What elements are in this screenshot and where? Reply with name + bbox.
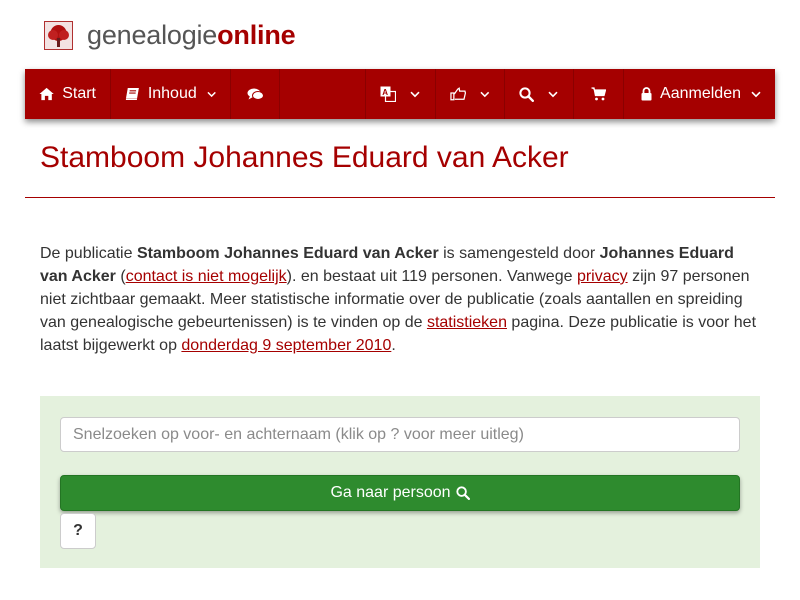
brand-name: genealogieonline bbox=[87, 19, 296, 50]
nav-chat[interactable] bbox=[231, 69, 280, 119]
nav-inhoud-label: Inhoud bbox=[147, 85, 197, 102]
nav-login-label: Aanmelden bbox=[660, 85, 741, 102]
quick-search-input[interactable] bbox=[60, 417, 740, 452]
title-divider bbox=[25, 197, 775, 198]
nav-search[interactable] bbox=[505, 69, 575, 119]
chevron-down-icon bbox=[548, 91, 558, 97]
nav-language[interactable]: A bbox=[366, 69, 437, 119]
site-logo[interactable]: genealogieonline bbox=[44, 18, 296, 52]
nav-cart[interactable] bbox=[574, 69, 625, 119]
page-title: Stamboom Johannes Eduard van Acker bbox=[40, 141, 569, 174]
contact-link[interactable]: contact is niet mogelijk bbox=[126, 268, 287, 285]
privacy-link[interactable]: privacy bbox=[577, 268, 628, 285]
statistics-link[interactable]: statistieken bbox=[427, 314, 507, 331]
svg-text:A: A bbox=[382, 88, 388, 97]
nav-inhoud[interactable]: Inhoud bbox=[111, 69, 231, 119]
publication-name: Stamboom Johannes Eduard van Acker bbox=[136, 245, 439, 262]
chevron-down-icon bbox=[207, 91, 216, 97]
brand-name-part1: genealogie bbox=[87, 19, 218, 50]
lock-icon bbox=[641, 87, 652, 101]
nav-start-label: Start bbox=[62, 85, 96, 102]
quick-search-panel: Ga naar persoon ? bbox=[40, 396, 760, 568]
search-help-button[interactable]: ? bbox=[60, 513, 96, 549]
main-navbar: Start Inhoud A Aanmelden bbox=[25, 69, 775, 119]
book-icon bbox=[125, 87, 139, 101]
brand-name-part2: online bbox=[217, 19, 296, 50]
search-icon bbox=[519, 86, 535, 102]
publication-intro: De publicatie Stamboom Johannes Eduard v… bbox=[40, 245, 757, 354]
chevron-down-icon bbox=[751, 91, 761, 97]
chevron-down-icon bbox=[480, 91, 490, 97]
share-icon bbox=[450, 87, 467, 101]
nav-start[interactable]: Start bbox=[25, 69, 111, 119]
comments-icon bbox=[247, 88, 264, 100]
last-updated-date-link[interactable]: donderdag 9 september 2010 bbox=[181, 337, 391, 354]
cart-icon bbox=[591, 87, 607, 101]
chevron-down-icon bbox=[410, 91, 420, 97]
nav-share[interactable] bbox=[436, 69, 506, 119]
family-tree-logo-icon bbox=[44, 20, 73, 50]
go-to-person-button[interactable]: Ga naar persoon bbox=[60, 475, 740, 511]
home-icon bbox=[39, 87, 54, 101]
translate-icon: A bbox=[380, 86, 397, 102]
nav-login[interactable]: Aanmelden bbox=[624, 69, 775, 119]
go-to-person-label: Ga naar persoon bbox=[330, 484, 451, 501]
search-icon bbox=[455, 486, 470, 500]
